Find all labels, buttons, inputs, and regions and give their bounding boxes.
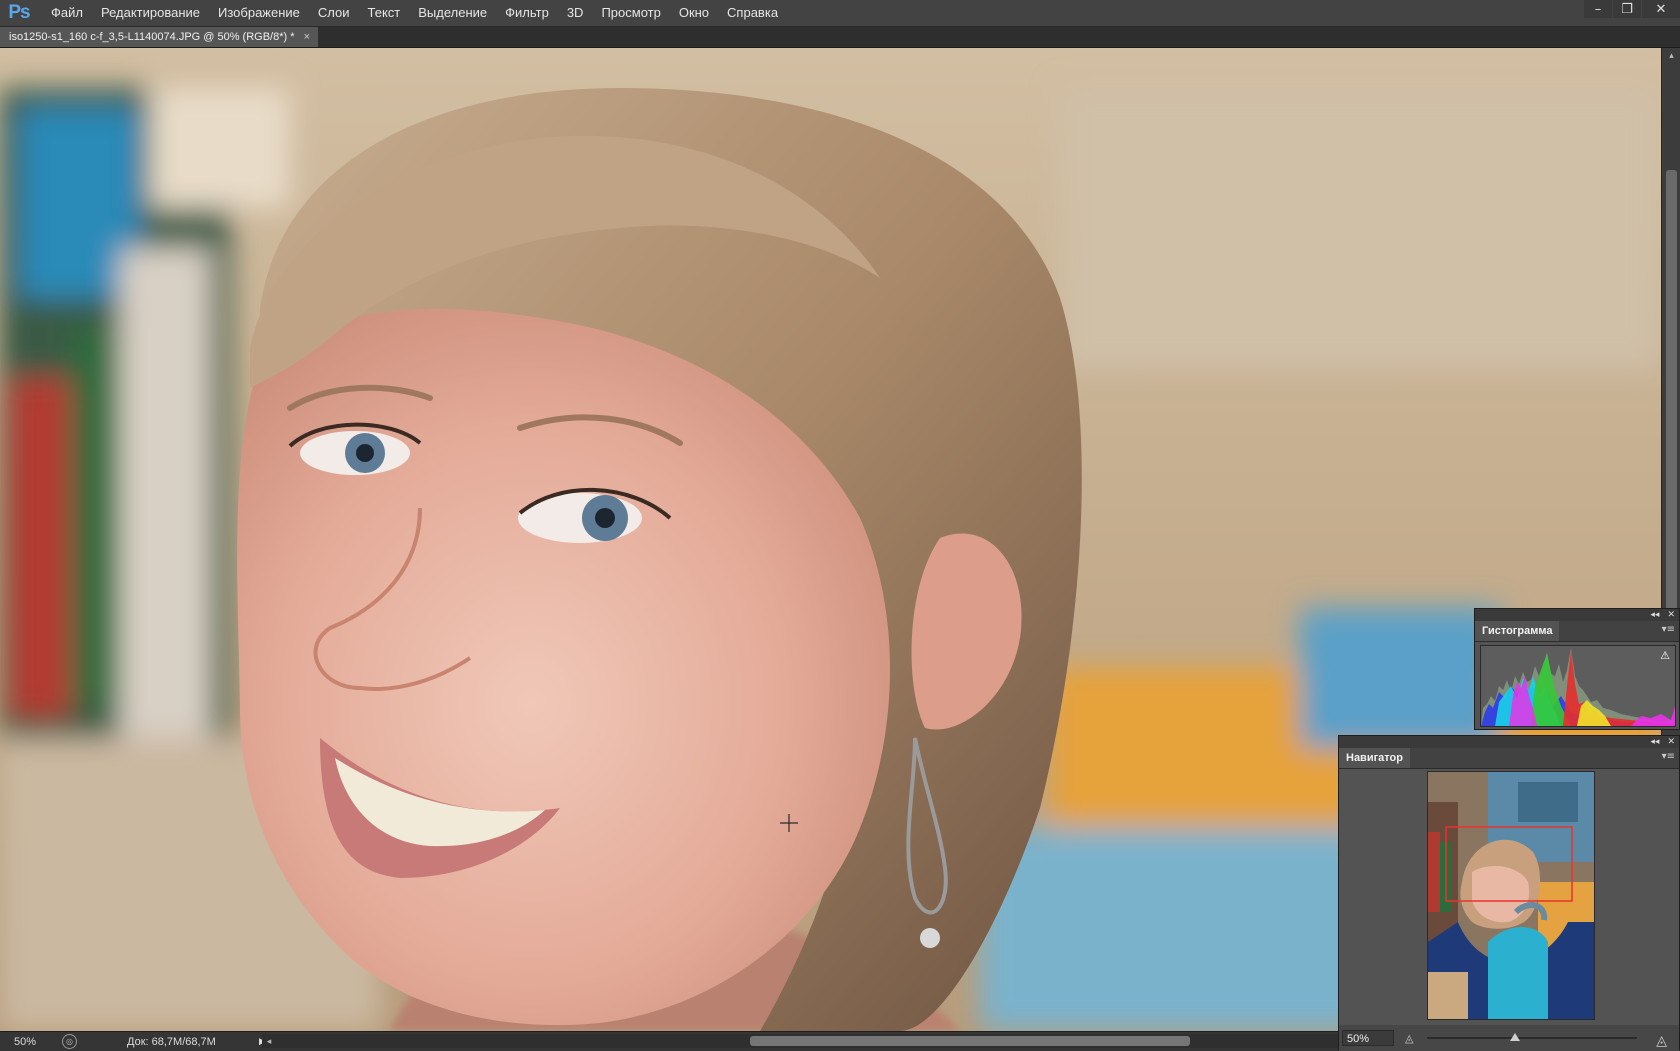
- window-controls: – ❐ ✕: [1583, 0, 1680, 20]
- navigator-thumbnail[interactable]: [1427, 771, 1595, 1020]
- tab-navigator[interactable]: Навигатор: [1339, 748, 1410, 768]
- document-profile-icon[interactable]: ◎: [62, 1034, 77, 1049]
- close-panel-icon[interactable]: ✕: [1667, 610, 1675, 620]
- navigator-preview-image: [1428, 772, 1594, 1019]
- minimize-button[interactable]: –: [1584, 0, 1612, 18]
- horizontal-scroll-thumb[interactable]: [750, 1036, 1190, 1046]
- document-tab-bar: iso1250-s1_160 c-f_3,5-L1140074.JPG @ 50…: [0, 27, 1680, 48]
- scroll-left-icon[interactable]: ◂: [262, 1034, 276, 1048]
- menu-window[interactable]: Окно: [670, 0, 718, 26]
- status-doc-size: Док: 68,7M/68,7M: [127, 1035, 216, 1048]
- navigator-footer: 50% ◬ ◬: [1339, 1025, 1679, 1051]
- panel-menu-icon[interactable]: ▾≡: [1662, 751, 1675, 762]
- menu-edit[interactable]: Редактирование: [92, 0, 209, 26]
- histogram-panel-header: ◂◂ ✕: [1475, 609, 1679, 621]
- menu-bar: Ps Файл Редактирование Изображение Слои …: [0, 0, 1680, 27]
- menu-text[interactable]: Текст: [359, 0, 410, 26]
- status-zoom-level[interactable]: 50%: [0, 1036, 58, 1048]
- navigator-zoom-slider[interactable]: [1427, 1033, 1637, 1041]
- navigator-zoom-input[interactable]: 50%: [1342, 1030, 1394, 1046]
- menu-help[interactable]: Справка: [718, 0, 787, 26]
- menu-filter[interactable]: Фильтр: [496, 0, 558, 26]
- scroll-up-icon[interactable]: ▴: [1662, 48, 1680, 64]
- close-document-icon[interactable]: ×: [304, 31, 310, 43]
- cache-warning-icon[interactable]: ⚠: [1659, 650, 1671, 661]
- menu-view[interactable]: Просмотр: [592, 0, 669, 26]
- zoom-in-icon[interactable]: ◬: [1656, 1032, 1667, 1049]
- zoom-out-icon[interactable]: ◬: [1405, 1032, 1413, 1045]
- tab-histogram[interactable]: Гистограмма: [1475, 621, 1560, 641]
- menu-select[interactable]: Выделение: [409, 0, 496, 26]
- navigator-tab-row: Навигатор ▾≡: [1339, 748, 1679, 769]
- vertical-scroll-thumb[interactable]: [1666, 170, 1677, 630]
- histogram-tab-row: Гистограмма ▾≡: [1475, 621, 1679, 642]
- document-tab-title: iso1250-s1_160 c-f_3,5-L1140074.JPG @ 50…: [9, 31, 295, 43]
- menu-layers[interactable]: Слои: [309, 0, 359, 26]
- close-panel-icon[interactable]: ✕: [1667, 737, 1675, 747]
- panel-menu-icon[interactable]: ▾≡: [1662, 624, 1675, 635]
- histogram-plot: [1481, 648, 1675, 726]
- navigator-panel: ◂◂ ✕ Навигатор ▾≡ 50% ◬ ◬: [1338, 735, 1680, 1051]
- histogram-panel: ◂◂ ✕ Гистограмма ▾≡ ⚠: [1474, 608, 1680, 730]
- zoom-slider-knob[interactable]: [1510, 1033, 1521, 1041]
- menu-3d[interactable]: 3D: [558, 0, 593, 26]
- histogram-graph: ⚠: [1480, 645, 1676, 727]
- photoshop-logo: Ps: [8, 2, 30, 23]
- restore-button[interactable]: ❐: [1613, 0, 1641, 18]
- horizontal-scrollbar[interactable]: ◂: [262, 1034, 1338, 1048]
- menu-image[interactable]: Изображение: [209, 0, 309, 26]
- collapse-panel-icon[interactable]: ◂◂: [1650, 610, 1659, 620]
- navigator-panel-header: ◂◂ ✕: [1339, 736, 1679, 748]
- menu-file[interactable]: Файл: [42, 0, 92, 26]
- document-tab[interactable]: iso1250-s1_160 c-f_3,5-L1140074.JPG @ 50…: [0, 27, 318, 47]
- close-window-button[interactable]: ✕: [1642, 0, 1680, 18]
- collapse-panel-icon[interactable]: ◂◂: [1650, 737, 1659, 747]
